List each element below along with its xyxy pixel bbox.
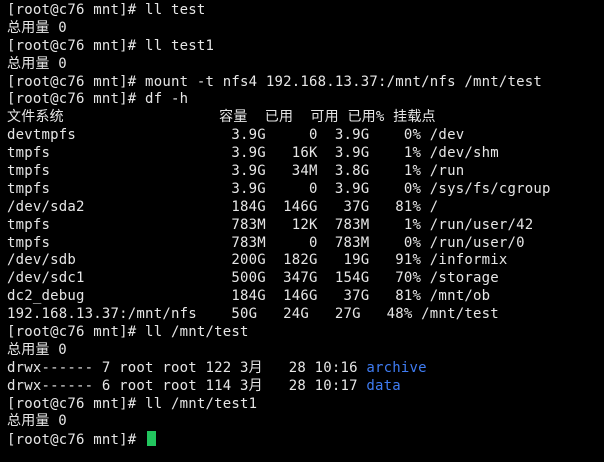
ls-listing-row: drwx------ 7 root root 122 3月 28 10:16 a… — [7, 360, 551, 378]
terminal-line: [root@c76 mnt]# ll test1 — [7, 37, 215, 54]
terminal-line: 总用量 0 — [7, 413, 67, 430]
terminal-line: [root@c76 mnt]# df -h — [7, 91, 189, 108]
terminal-line: 总用量 0 — [7, 19, 67, 36]
terminal-line: [root@c76 mnt]# ll test — [7, 2, 206, 18]
df-row: dc2_debug 184G 146G 37G 81% /mnt/ob — [7, 288, 491, 305]
terminal-line: 总用量 0 — [7, 341, 67, 358]
df-row: devtmpfs 3.9G 0 3.9G 0% /dev — [7, 127, 465, 144]
terminal-output: [root@c76 mnt]# ll test 总用量 0 [root@c76 … — [7, 2, 551, 449]
directory-name: data — [366, 377, 401, 394]
shell-prompt: [root@c76 mnt]# — [7, 432, 146, 449]
df-row: /dev/sda2 184G 146G 37G 81% / — [7, 198, 439, 215]
terminal-line: 总用量 0 — [7, 55, 67, 72]
df-row: tmpfs 3.9G 0 3.9G 0% /sys/fs/cgroup — [7, 180, 551, 197]
terminal-window[interactable]: [root@c76 mnt]# ll test 总用量 0 [root@c76 … — [0, 0, 604, 462]
df-row: tmpfs 3.9G 34M 3.8G 1% /run — [7, 163, 465, 180]
df-row: /dev/sdb 200G 182G 19G 91% /informix — [7, 252, 508, 269]
df-row: tmpfs 783M 0 783M 0% /run/user/0 — [7, 234, 525, 251]
terminal-line: [root@c76 mnt]# ll /mnt/test1 — [7, 395, 258, 412]
terminal-line: [root@c76 mnt]# mount -t nfs4 192.168.13… — [7, 73, 542, 90]
ls-listing-row: drwx------ 6 root root 114 3月 28 10:17 d… — [7, 378, 551, 396]
ls-entry-details: drwx------ 6 root root 114 3月 28 10:17 — [7, 377, 367, 394]
directory-name: archive — [366, 359, 427, 376]
active-prompt-line[interactable]: [root@c76 mnt]# — [7, 431, 551, 449]
terminal-line: [root@c76 mnt]# ll /mnt/test — [7, 324, 249, 341]
ls-entry-details: drwx------ 7 root root 122 3月 28 10:16 — [7, 359, 367, 376]
df-row: 192.168.13.37:/mnt/nfs 50G 24G 27G 48% /… — [7, 306, 499, 323]
df-header-row: 文件系统 容量 已用 可用 已用% 挂载点 — [7, 109, 436, 126]
df-row: tmpfs 3.9G 16K 3.9G 1% /dev/shm — [7, 145, 499, 162]
text-cursor — [147, 431, 157, 447]
df-row: tmpfs 783M 12K 783M 1% /run/user/42 — [7, 216, 534, 233]
df-row: /dev/sdc1 500G 347G 154G 70% /storage — [7, 270, 499, 287]
